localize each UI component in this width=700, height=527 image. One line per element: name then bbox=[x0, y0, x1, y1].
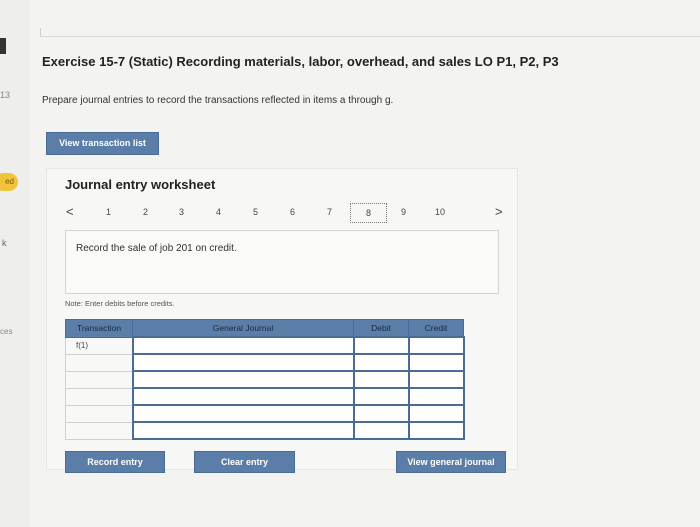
next-page-button[interactable]: > bbox=[495, 204, 503, 219]
prev-page-button[interactable]: < bbox=[66, 204, 74, 219]
table-row bbox=[65, 421, 465, 440]
record-entry-button[interactable]: Record entry bbox=[65, 451, 165, 473]
view-general-journal-button[interactable]: View general journal bbox=[396, 451, 506, 473]
col-header-transaction: Transaction bbox=[65, 319, 133, 338]
credit-input[interactable] bbox=[407, 387, 465, 406]
transaction-cell bbox=[65, 370, 133, 389]
top-divider bbox=[40, 28, 700, 37]
col-header-credit: Credit bbox=[408, 319, 464, 338]
page-4[interactable]: 4 bbox=[216, 207, 221, 217]
transaction-description: Record the sale of job 201 on credit. bbox=[76, 243, 237, 254]
debit-input[interactable] bbox=[352, 404, 410, 423]
debit-input[interactable] bbox=[352, 421, 410, 440]
sidebar-question-number[interactable]: 13 bbox=[0, 90, 10, 100]
credit-input[interactable] bbox=[407, 370, 465, 389]
account-input[interactable] bbox=[131, 404, 355, 423]
page-10[interactable]: 10 bbox=[435, 207, 445, 217]
left-sidebar: 13 ed k ces bbox=[0, 0, 30, 527]
account-input[interactable] bbox=[131, 387, 355, 406]
transaction-cell bbox=[65, 387, 133, 406]
debit-input[interactable] bbox=[352, 387, 410, 406]
worksheet-pager: < 1 2 3 4 5 6 7 8 9 10 > bbox=[62, 202, 512, 224]
account-input[interactable] bbox=[131, 370, 355, 389]
table-row bbox=[65, 353, 465, 372]
credit-input[interactable] bbox=[407, 404, 465, 423]
table-row bbox=[65, 387, 465, 406]
sidebar-label-ces: ces bbox=[0, 327, 13, 336]
debit-input[interactable] bbox=[352, 336, 410, 355]
page-6[interactable]: 6 bbox=[290, 207, 295, 217]
account-input[interactable] bbox=[131, 336, 355, 355]
sidebar-label-k: k bbox=[2, 238, 7, 248]
worksheet-title: Journal entry worksheet bbox=[65, 177, 216, 192]
page-5[interactable]: 5 bbox=[253, 207, 258, 217]
page-3[interactable]: 3 bbox=[179, 207, 184, 217]
table-row bbox=[65, 370, 465, 389]
view-transaction-list-button[interactable]: View transaction list bbox=[46, 132, 159, 155]
credit-input[interactable] bbox=[407, 353, 465, 372]
credit-input[interactable] bbox=[407, 336, 465, 355]
transaction-cell bbox=[65, 353, 133, 372]
clear-entry-button[interactable]: Clear entry bbox=[194, 451, 295, 473]
col-header-debit: Debit bbox=[353, 319, 409, 338]
table-row: f(1) bbox=[65, 336, 465, 355]
page-8-current[interactable]: 8 bbox=[350, 203, 387, 223]
page-7[interactable]: 7 bbox=[327, 207, 332, 217]
debit-input[interactable] bbox=[352, 370, 410, 389]
debit-input[interactable] bbox=[352, 353, 410, 372]
transaction-cell bbox=[65, 404, 133, 423]
sidebar-status-badge: ed bbox=[0, 173, 18, 191]
page-9[interactable]: 9 bbox=[401, 207, 406, 217]
account-input[interactable] bbox=[131, 353, 355, 372]
account-input[interactable] bbox=[131, 421, 355, 440]
page-title: Exercise 15-7 (Static) Recording materia… bbox=[42, 54, 559, 69]
page-2[interactable]: 2 bbox=[143, 207, 148, 217]
transaction-cell bbox=[65, 421, 133, 440]
entry-note: Note: Enter debits before credits. bbox=[65, 299, 175, 308]
transaction-description-box: Record the sale of job 201 on credit. bbox=[65, 230, 499, 294]
table-row bbox=[65, 404, 465, 423]
page-1[interactable]: 1 bbox=[106, 207, 111, 217]
credit-input[interactable] bbox=[407, 421, 465, 440]
transaction-cell: f(1) bbox=[65, 336, 133, 355]
page-instructions: Prepare journal entries to record the tr… bbox=[42, 95, 394, 106]
sidebar-marker bbox=[0, 38, 6, 54]
journal-entry-table: Transaction General Journal Debit Credit… bbox=[65, 319, 465, 440]
col-header-general-journal: General Journal bbox=[132, 319, 354, 338]
